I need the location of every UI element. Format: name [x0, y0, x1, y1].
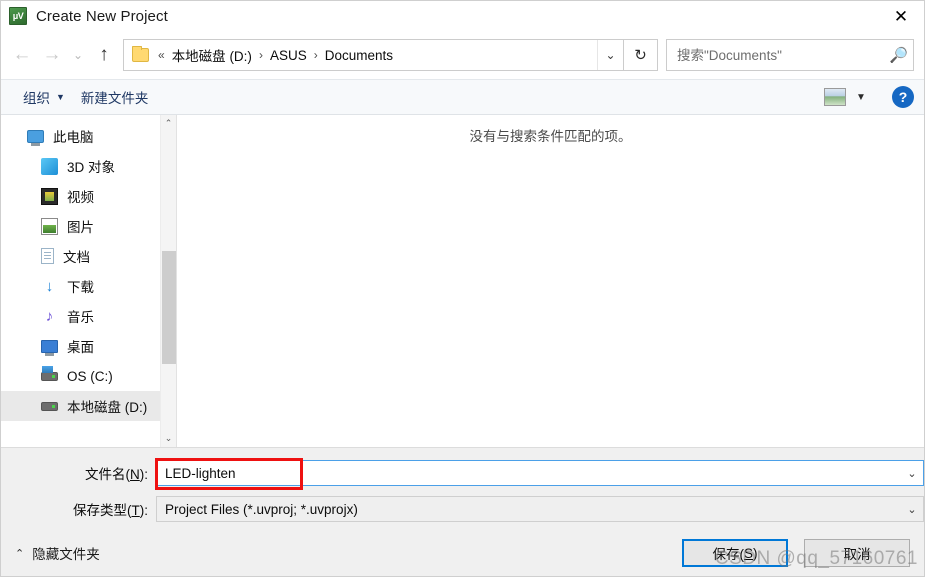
address-bar[interactable]: « 本地磁盘 (D:) › ASUS › Documents ⌄ [123, 39, 624, 71]
view-chevron-down-icon[interactable]: ▼ [850, 86, 872, 108]
organize-label: 组织 [23, 91, 50, 106]
sidebar-item-label: OS (C:) [67, 368, 113, 384]
create-new-project-dialog: μV Create New Project ✕ ← → ⌄ ↑ « 本地磁盘 (… [0, 0, 925, 577]
organize-button[interactable]: 组织 ▼ [15, 83, 73, 111]
filetype-row: 保存类型(T): Project Files (*.uvproj; *.uvpr… [1, 494, 924, 524]
dialog-footer: ⌃ 隐藏文件夹 保存(S) 取消 CSDN @qq_57160761 [1, 530, 924, 576]
sidebar-item-label: 文档 [63, 250, 90, 265]
sidebar-item-3d-objects[interactable]: 3D 对象 [1, 151, 176, 181]
new-folder-label: 新建文件夹 [80, 91, 149, 106]
folder-icon [132, 46, 149, 62]
sidebar-item-label: 桌面 [67, 340, 94, 355]
scrollbar-track[interactable] [161, 132, 177, 430]
downloads-icon: ↓ [45, 277, 54, 295]
search-input[interactable] [667, 47, 885, 63]
os-drive-icon [41, 365, 58, 381]
breadcrumb-separator-icon: › [313, 48, 318, 62]
sidebar-scrollbar[interactable]: ⌃ ⌄ [160, 115, 176, 447]
sidebar-item-videos[interactable]: 视频 [1, 181, 176, 211]
breadcrumb-item-drive[interactable]: 本地磁盘 (D:) [169, 45, 255, 65]
forward-button[interactable]: → [37, 40, 67, 70]
breadcrumb-item-documents[interactable]: Documents [322, 48, 396, 63]
uvision-icon: μV [9, 7, 27, 25]
back-button[interactable]: ← [7, 40, 37, 70]
videos-icon [41, 187, 58, 205]
filename-label-pre: 文件名( [85, 467, 130, 482]
sidebar-item-label: 此电脑 [53, 130, 94, 145]
filetype-combobox[interactable]: Project Files (*.uvproj; *.uvprojx) ⌄ [156, 496, 924, 522]
scroll-down-icon[interactable]: ⌄ [161, 430, 177, 447]
scroll-up-icon[interactable]: ⌃ [161, 115, 177, 132]
breadcrumb: « 本地磁盘 (D:) › ASUS › Documents [156, 45, 597, 65]
close-icon[interactable]: ✕ [878, 1, 924, 31]
address-dropdown-icon[interactable]: ⌄ [597, 40, 623, 70]
empty-folder-message: 没有与搜索条件匹配的项。 [469, 129, 632, 144]
save-button[interactable]: 保存(S) [682, 539, 788, 567]
sidebar-item-local-disk-d[interactable]: 本地磁盘 (D:) [1, 391, 176, 421]
sidebar-item-label: 音乐 [67, 310, 94, 325]
sidebar-item-label: 下载 [67, 280, 94, 295]
local-drive-icon [41, 401, 58, 411]
up-button[interactable]: ↑ [89, 40, 119, 70]
navigation-pane: 此电脑 3D 对象 视频 图片 文档 ↓ 下载 ♪ 音乐 桌面 OS (C:) … [1, 115, 177, 447]
sidebar-item-os-c[interactable]: OS (C:) [1, 361, 176, 391]
filename-label-key: N [130, 467, 140, 482]
chevron-up-icon: ⌃ [15, 547, 25, 560]
sidebar-item-desktop[interactable]: 桌面 [1, 331, 176, 361]
music-icon: ♪ [45, 307, 54, 325]
navigation-bar: ← → ⌄ ↑ « 本地磁盘 (D:) › ASUS › Documents ⌄… [1, 31, 924, 79]
hide-folders-label: 隐藏文件夹 [32, 547, 100, 562]
breadcrumb-overflow-icon[interactable]: « [156, 48, 169, 62]
file-list-pane[interactable]: 没有与搜索条件匹配的项。 [177, 115, 924, 447]
breadcrumb-separator-icon: › [258, 48, 263, 62]
filetype-label-pre: 保存类型( [73, 503, 132, 518]
breadcrumb-item-asus[interactable]: ASUS [267, 48, 310, 63]
filetype-label-key: T [131, 503, 140, 518]
save-label-pre: 保存( [712, 547, 744, 562]
filetype-chevron-down-icon[interactable]: ⌄ [901, 503, 923, 516]
sidebar-item-this-pc[interactable]: 此电脑 [1, 121, 176, 151]
sidebar-item-downloads[interactable]: ↓ 下载 [1, 271, 176, 301]
save-label-key: S [743, 545, 753, 561]
documents-icon [41, 248, 54, 264]
hide-folders-toggle[interactable]: ⌃ 隐藏文件夹 [15, 543, 100, 563]
computer-icon [27, 129, 44, 146]
filename-chevron-down-icon[interactable]: ⌄ [901, 467, 923, 480]
3d-objects-icon [41, 157, 58, 175]
sidebar-item-label: 本地磁盘 (D:) [67, 400, 148, 415]
pictures-icon [41, 217, 58, 235]
sidebar-item-documents[interactable]: 文档 [1, 241, 176, 271]
scrollbar-thumb[interactable] [161, 251, 176, 365]
recent-locations-button[interactable]: ⌄ [67, 40, 89, 70]
filetype-label: 保存类型(T): [1, 499, 156, 519]
help-icon[interactable]: ? [892, 86, 914, 108]
command-toolbar: 组织 ▼ 新建文件夹 ▼ ? [1, 79, 924, 115]
search-icon[interactable]: 🔍 [885, 40, 913, 70]
title-bar: μV Create New Project ✕ [1, 1, 924, 31]
sidebar-item-label: 视频 [67, 190, 94, 205]
sidebar-item-label: 图片 [67, 220, 94, 235]
filename-label-post: ): [139, 467, 148, 482]
sidebar-item-label: 3D 对象 [67, 160, 116, 175]
new-folder-button[interactable]: 新建文件夹 [73, 83, 157, 111]
filename-input[interactable] [157, 464, 901, 482]
change-view-icon[interactable] [824, 88, 846, 106]
filename-label: 文件名(N): [1, 463, 156, 483]
refresh-icon[interactable]: ↻ [624, 39, 658, 71]
dialog-body: 此电脑 3D 对象 视频 图片 文档 ↓ 下载 ♪ 音乐 桌面 OS (C:) … [1, 115, 924, 447]
window-title: Create New Project [36, 7, 168, 25]
cancel-button[interactable]: 取消 [804, 539, 910, 567]
filetype-label-post: ): [139, 503, 148, 518]
filetype-value: Project Files (*.uvproj; *.uvprojx) [165, 501, 358, 517]
sidebar-item-pictures[interactable]: 图片 [1, 211, 176, 241]
filename-row: 文件名(N): ⌄ [1, 458, 924, 490]
search-box[interactable]: 🔍 [666, 39, 914, 71]
save-label-post: ) [753, 545, 758, 561]
desktop-icon [41, 339, 58, 356]
sidebar-item-music[interactable]: ♪ 音乐 [1, 301, 176, 331]
save-form-panel: 文件名(N): ⌄ 保存类型(T): Project Files (*.uvpr… [1, 447, 924, 530]
chevron-down-icon: ▼ [56, 92, 65, 102]
filename-combobox[interactable]: ⌄ [155, 458, 924, 490]
